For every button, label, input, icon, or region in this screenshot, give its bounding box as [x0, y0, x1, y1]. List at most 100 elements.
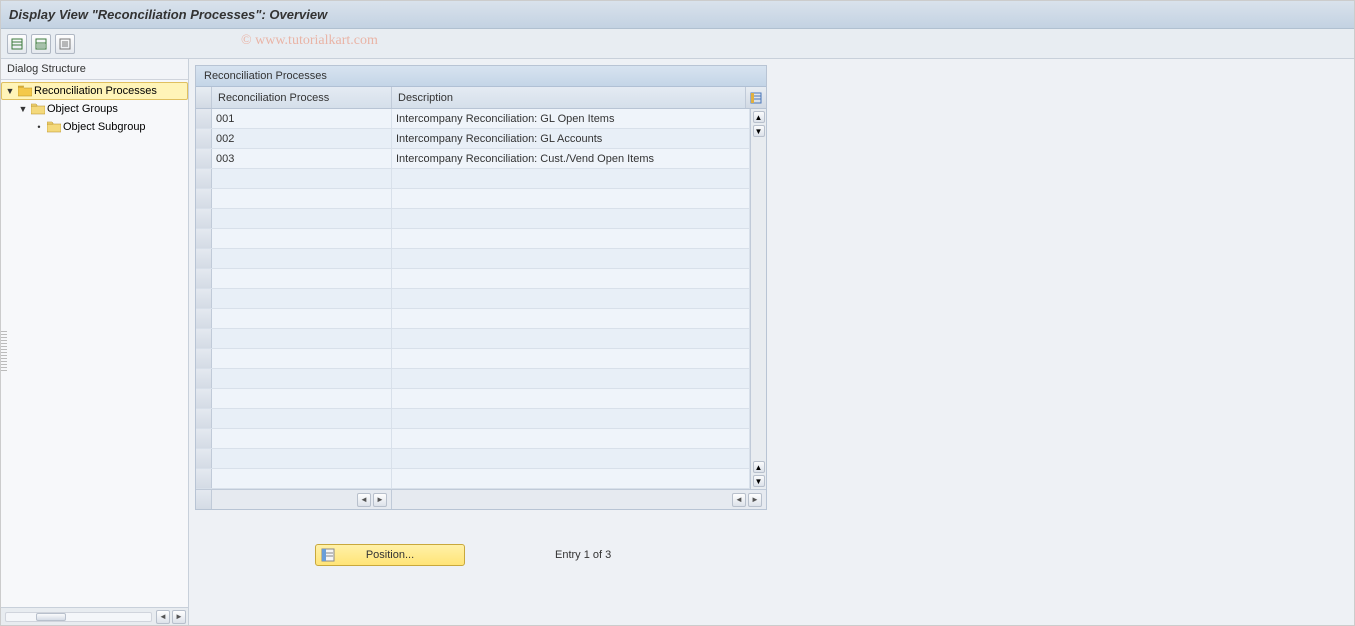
toolbar-button-collapse[interactable] [31, 34, 51, 54]
scroll-left-icon[interactable]: ◄ [357, 493, 371, 507]
collapse-icon[interactable]: ▼ [4, 86, 16, 96]
tree-node-label: Object Subgroup [63, 121, 146, 133]
row-selector[interactable] [196, 229, 212, 248]
table-row [196, 189, 750, 209]
row-selector[interactable] [196, 169, 212, 188]
cell-process[interactable]: 002 [212, 129, 392, 148]
watermark: © www.tutorialkart.com [241, 33, 378, 49]
row-selector[interactable] [196, 309, 212, 328]
scroll-down-icon[interactable]: ▼ [753, 125, 765, 137]
row-selector[interactable] [196, 249, 212, 268]
splitter-handle[interactable] [1, 331, 7, 371]
cell-description[interactable]: Intercompany Reconciliation: GL Open Ite… [392, 109, 750, 128]
table-row [196, 349, 750, 369]
scrollbar-track[interactable] [754, 139, 764, 459]
cell-process [212, 249, 392, 268]
scroll-left-icon[interactable]: ◄ [156, 610, 170, 624]
scrollbar-track[interactable] [392, 495, 728, 505]
dialog-structure-title: Dialog Structure [1, 59, 188, 80]
cell-process [212, 389, 392, 408]
scroll-up-icon[interactable]: ▲ [753, 111, 765, 123]
row-selector[interactable] [196, 149, 212, 168]
cell-description [392, 429, 750, 448]
row-selector[interactable] [196, 289, 212, 308]
row-selector[interactable] [196, 349, 212, 368]
table-row [196, 389, 750, 409]
table-row[interactable]: 002Intercompany Reconciliation: GL Accou… [196, 129, 750, 149]
cell-description [392, 309, 750, 328]
cell-description [392, 329, 750, 348]
scroll-right-icon[interactable]: ► [172, 610, 186, 624]
sap-window: Display View "Reconciliation Processes":… [0, 0, 1355, 626]
cell-description [392, 409, 750, 428]
row-selector[interactable] [196, 209, 212, 228]
cell-process [212, 209, 392, 228]
cell-description [392, 469, 750, 488]
cell-process [212, 309, 392, 328]
row-selector-header[interactable] [196, 87, 212, 108]
row-selector[interactable] [196, 129, 212, 148]
scrollbar-track[interactable] [5, 612, 152, 622]
row-selector[interactable] [196, 469, 212, 488]
collapse-icon[interactable]: ▼ [17, 104, 29, 114]
cell-description[interactable]: Intercompany Reconciliation: Cust./Vend … [392, 149, 750, 168]
cell-process [212, 289, 392, 308]
cell-process [212, 429, 392, 448]
table-row[interactable]: 001Intercompany Reconciliation: GL Open … [196, 109, 750, 129]
cell-process[interactable]: 003 [212, 149, 392, 168]
row-selector[interactable] [196, 449, 212, 468]
folder-icon [47, 121, 61, 133]
cell-description[interactable]: Intercompany Reconciliation: GL Accounts [392, 129, 750, 148]
toolbar-button-expand[interactable] [7, 34, 27, 54]
position-bar: Position... Entry 1 of 3 [315, 544, 1348, 566]
scroll-left-icon[interactable]: ◄ [732, 493, 746, 507]
table-row [196, 309, 750, 329]
table-row [196, 409, 750, 429]
table-list-icon [59, 38, 71, 50]
tree-node-reconciliation-processes[interactable]: ▼ Reconciliation Processes [1, 82, 188, 100]
table-row[interactable]: 003Intercompany Reconciliation: Cust./Ve… [196, 149, 750, 169]
row-selector[interactable] [196, 189, 212, 208]
position-icon [320, 547, 336, 563]
table-settings-icon [750, 92, 762, 104]
panel-horizontal-scrollbar: ◄ ► [1, 607, 188, 625]
toolbar: © www.tutorialkart.com [1, 29, 1354, 59]
position-button[interactable]: Position... [315, 544, 465, 566]
dialog-structure-panel: Dialog Structure ▼ Reconciliation Proces… [1, 59, 189, 625]
cell-description [392, 369, 750, 388]
table-select-icon [35, 38, 47, 50]
table-row [196, 449, 750, 469]
row-selector-footer [196, 490, 212, 509]
grid-header: Reconciliation Process Description [196, 87, 766, 109]
row-selector[interactable] [196, 369, 212, 388]
table-row [196, 429, 750, 449]
cell-description [392, 289, 750, 308]
row-selector[interactable] [196, 269, 212, 288]
page-title: Display View "Reconciliation Processes":… [9, 7, 327, 22]
entry-counter: Entry 1 of 3 [555, 549, 611, 561]
cell-process [212, 369, 392, 388]
bullet-icon: • [33, 122, 45, 132]
row-selector[interactable] [196, 109, 212, 128]
cell-process[interactable]: 001 [212, 109, 392, 128]
row-selector[interactable] [196, 429, 212, 448]
grid-vertical-scrollbar: ▲ ▼ ▲ ▼ [750, 109, 766, 489]
scroll-right-icon[interactable]: ► [373, 493, 387, 507]
column-header-process[interactable]: Reconciliation Process [212, 87, 392, 108]
column-header-description[interactable]: Description [392, 87, 746, 108]
scroll-down-icon[interactable]: ▼ [753, 475, 765, 487]
main-area: Dialog Structure ▼ Reconciliation Proces… [1, 59, 1354, 625]
scroll-right-icon[interactable]: ► [748, 493, 762, 507]
configure-columns-button[interactable] [746, 87, 766, 108]
tree-node-object-groups[interactable]: ▼ Object Groups [1, 100, 188, 118]
row-selector[interactable] [196, 329, 212, 348]
row-selector[interactable] [196, 389, 212, 408]
scrollbar-thumb[interactable] [36, 613, 66, 621]
tree-node-object-subgroup[interactable]: • Object Subgroup [1, 118, 188, 136]
toolbar-button-print[interactable] [55, 34, 75, 54]
cell-process [212, 269, 392, 288]
scroll-up-icon[interactable]: ▲ [753, 461, 765, 473]
folder-open-icon [18, 85, 32, 97]
row-selector[interactable] [196, 409, 212, 428]
table-row [196, 269, 750, 289]
